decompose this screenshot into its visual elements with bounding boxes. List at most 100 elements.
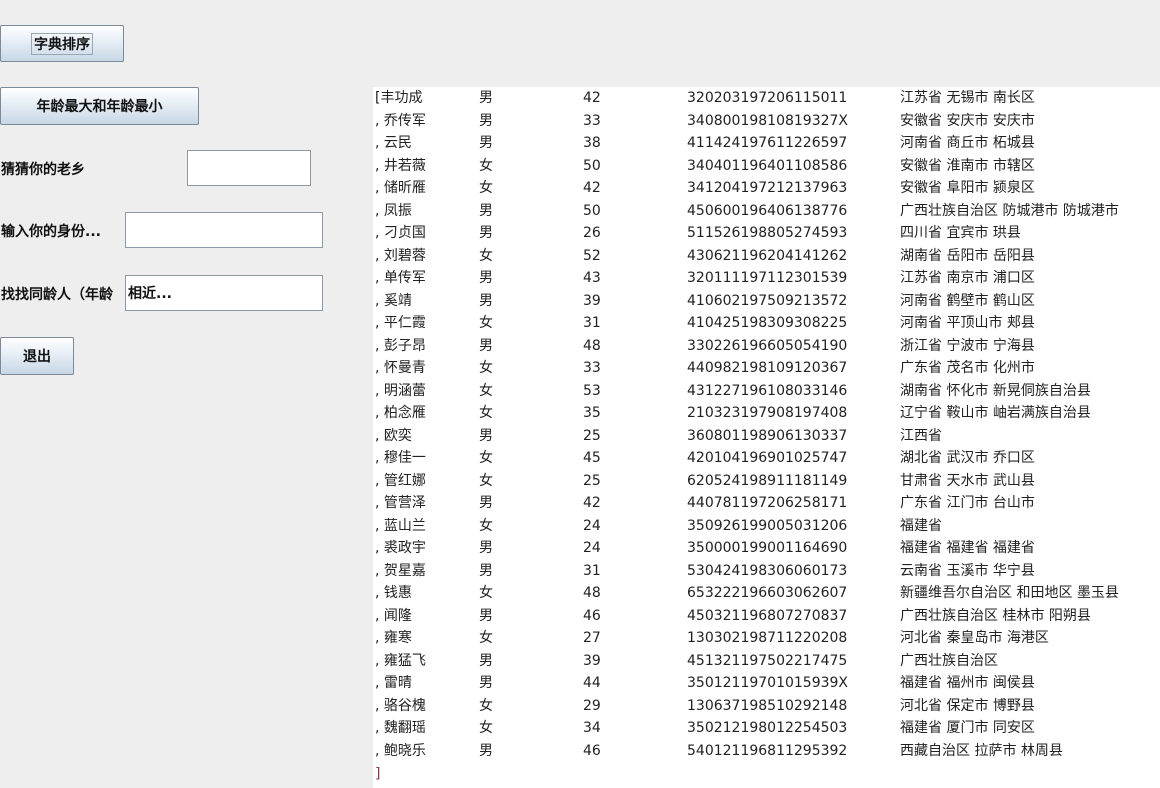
person-id: 350212198012254503: [687, 720, 848, 736]
person-name: , 彭子昂: [375, 337, 426, 354]
person-age: 24: [583, 540, 601, 556]
person-id: 34080019810819327X: [687, 112, 849, 129]
person-name: , 云民: [375, 135, 412, 151]
table-row: , 管营泽 男 42 440781197206258171 广东省 江门市 台山市: [373, 492, 1160, 514]
person-age: 50: [583, 157, 601, 174]
results-area[interactable]: ] [丰功成男 42 320203197206115011 江苏省 无锡市 南长区, …: [373, 87, 1160, 788]
person-address: 江西省: [900, 427, 942, 444]
person-address: 福建省 福州市 闽侯县: [900, 675, 1035, 691]
table-row: , 怀曼青 女 33 440982198109120367 广东省 茂名市 化州市: [373, 357, 1160, 379]
table-row: , 云民 男 38 411424197611226597 河南省 商丘市 柘城县: [373, 132, 1160, 154]
person-name: , 裘政宇: [375, 540, 426, 556]
person-age: 48: [583, 585, 601, 601]
person-address: 云南省 玉溪市 华宁县: [900, 562, 1035, 579]
person-age: 53: [583, 382, 601, 399]
person-age: 52: [583, 247, 601, 264]
person-name: , 雍猛飞: [375, 652, 426, 669]
person-name: , 单传军: [375, 270, 426, 286]
closing-bracket: ]: [375, 766, 381, 782]
person-sex: 男: [479, 225, 493, 241]
person-name: , 贺星嘉: [375, 562, 426, 579]
person-name: , 乔传军: [375, 112, 426, 129]
sort-button-label: 字典排序: [31, 32, 93, 55]
person-age: 43: [583, 270, 601, 286]
person-age: 44: [583, 675, 601, 691]
person-sex: 男: [479, 675, 493, 691]
person-sex: 女: [479, 247, 493, 264]
person-address: 河南省 鹤壁市 鹤山区: [900, 292, 1035, 309]
person-address: 湖北省 武汉市 乔口区: [900, 450, 1035, 466]
table-row: , 凤振 男 50 450600196406138776 广西壮族自治区 防城港市 防城…: [373, 200, 1160, 222]
person-address: 广西壮族自治区 桂林市 阳朔县: [900, 607, 1091, 624]
person-id: 35012119701015939X: [687, 675, 849, 691]
person-age: 34: [583, 720, 601, 736]
person-age: 24: [583, 517, 601, 534]
person-id: 410425198309308225: [687, 315, 848, 331]
table-row: , 井若薇 女 50 340401196401108586 安徽省 淮南市 市辖区: [373, 155, 1160, 177]
person-address: 河南省 平顶山市 郏县: [900, 315, 1035, 331]
person-sex: 女: [479, 382, 493, 399]
person-id: 530424198306060173: [687, 562, 848, 579]
person-address: 浙江省 宁波市 宁海县: [900, 337, 1035, 354]
table-row: , 雍猛飞 男 39 451321197502217475 广西壮族自治区: [373, 650, 1160, 672]
person-address: 辽宁省 鞍山市 岫岩满族自治县: [900, 405, 1091, 421]
person-name: , 蓝山兰: [375, 517, 426, 534]
person-address: 福建省: [900, 517, 942, 534]
table-row: , 刘碧蓉 女 52 430621196204141262 湖南省 岳阳市 岳阳县: [373, 245, 1160, 267]
person-sex: 女: [479, 630, 493, 646]
person-name: , 钱惠: [375, 585, 412, 601]
person-name: , 管营泽: [375, 495, 426, 511]
table-row: , 明涵蕾 女 53 431227196108033146 湖南省 怀化市 新晃侗族自治…: [373, 380, 1160, 402]
age-extremes-button[interactable]: 年龄最大和年龄最小: [0, 87, 199, 125]
person-id: 330226196605054190: [687, 337, 848, 354]
person-name: , 怀曼青: [375, 360, 426, 376]
person-address: 河南省 商丘市 柘城县: [900, 135, 1035, 151]
person-name: , 柏念雁: [375, 405, 426, 421]
person-sex: 男: [479, 742, 493, 759]
person-id: 320111197112301539: [687, 270, 848, 286]
person-address: 河北省 秦皇岛市 海港区: [900, 630, 1049, 646]
exit-button[interactable]: 退出: [0, 337, 74, 375]
person-id: 450321196807270837: [687, 607, 848, 624]
person-sex: 男: [479, 90, 493, 106]
peers-input[interactable]: 相近...: [125, 275, 323, 311]
table-row: , 乔传军 男 33 34080019810819327X 安徽省 安庆市 安庆市: [373, 110, 1160, 132]
person-age: 25: [583, 427, 601, 444]
person-sex: 女: [479, 585, 493, 601]
table-row: , 雍寒 女 27 130302198711220208 河北省 秦皇岛市 海港区: [373, 627, 1160, 649]
person-name: , 刁贞国: [375, 225, 426, 241]
person-age: 42: [583, 495, 601, 511]
person-name: , 凤振: [375, 202, 412, 219]
person-address: 西藏自治区 拉萨市 林周县: [900, 742, 1063, 759]
person-age: 33: [583, 360, 601, 376]
person-id: 540121196811295392: [687, 742, 848, 759]
sort-button[interactable]: 字典排序: [0, 25, 124, 62]
person-address: 四川省 宜宾市 珙县: [900, 225, 1021, 241]
person-sex: 男: [479, 112, 493, 129]
person-id: 420104196901025747: [687, 450, 848, 466]
person-sex: 男: [479, 292, 493, 309]
person-address: 安徽省 淮南市 市辖区: [900, 157, 1035, 174]
person-id: 653222196603062607: [687, 585, 848, 601]
table-row: , 雷晴 男 44 35012119701015939X 福建省 福州市 闽侯县: [373, 672, 1160, 694]
table-row: , 钱惠 女 48 653222196603062607 新疆维吾尔自治区 和田地区 墨…: [373, 582, 1160, 604]
person-age: 38: [583, 135, 601, 151]
hometown-label: 猜猜你的老乡: [1, 162, 85, 178]
person-name: , 鲍晓乐: [375, 742, 426, 759]
person-sex: 男: [479, 607, 493, 624]
exit-button-label: 退出: [23, 349, 51, 365]
person-address: 广西壮族自治区 防城港市 防城港市: [900, 202, 1119, 219]
person-age: 48: [583, 337, 601, 354]
province-input[interactable]: [125, 212, 323, 248]
person-address: 广东省 江门市 台山市: [900, 495, 1035, 511]
person-age: 39: [583, 652, 601, 669]
person-name: , 闻隆: [375, 607, 412, 624]
table-row: , 单传军 男 43 320111197112301539 江苏省 南京市 浦口区: [373, 267, 1160, 289]
table-row: , 奚靖 男 39 410602197509213572 河南省 鹤壁市 鹤山区: [373, 290, 1160, 312]
table-row: , 蓝山兰 女 24 350926199005031206 福建省: [373, 515, 1160, 537]
table-row: , 鲍晓乐 男 46 540121196811295392 西藏自治区 拉萨市 林周县: [373, 740, 1160, 762]
person-age: 46: [583, 742, 601, 759]
person-age: 25: [583, 472, 601, 489]
hometown-input[interactable]: [187, 150, 311, 186]
person-id: 130637198510292148: [687, 697, 848, 714]
